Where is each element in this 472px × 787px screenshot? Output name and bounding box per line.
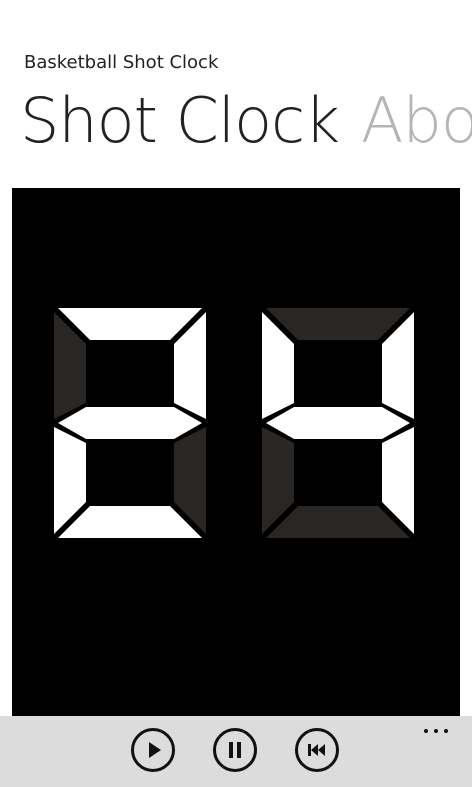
app-title: Basketball Shot Clock bbox=[24, 52, 219, 73]
pivot-header: Shot ClockAbout bbox=[20, 78, 472, 168]
pivot-item-shot-clock[interactable]: Shot Clock bbox=[20, 78, 340, 164]
segment-bottom bbox=[266, 506, 410, 538]
segment-top bbox=[266, 308, 410, 340]
digit-2 bbox=[262, 308, 414, 538]
play-icon bbox=[149, 742, 161, 758]
segment-top bbox=[58, 308, 202, 340]
reset-button[interactable] bbox=[295, 728, 339, 772]
app-window: Basketball Shot Clock Shot ClockAbout bbox=[0, 0, 472, 787]
digit-1 bbox=[54, 308, 206, 538]
pause-icon bbox=[229, 742, 241, 758]
seven-segment-display bbox=[54, 308, 414, 538]
shot-clock-display bbox=[12, 188, 460, 716]
play-button[interactable] bbox=[131, 728, 175, 772]
skip-back-icon bbox=[308, 744, 325, 756]
pivot-item-about[interactable]: About bbox=[361, 78, 472, 164]
segment-bottom bbox=[58, 506, 202, 538]
more-options-button[interactable] bbox=[420, 724, 452, 738]
ellipsis-icon bbox=[424, 729, 428, 733]
segment-middle bbox=[58, 407, 202, 439]
app-bar bbox=[0, 716, 472, 787]
pause-button[interactable] bbox=[213, 728, 257, 772]
segment-middle bbox=[266, 407, 410, 439]
